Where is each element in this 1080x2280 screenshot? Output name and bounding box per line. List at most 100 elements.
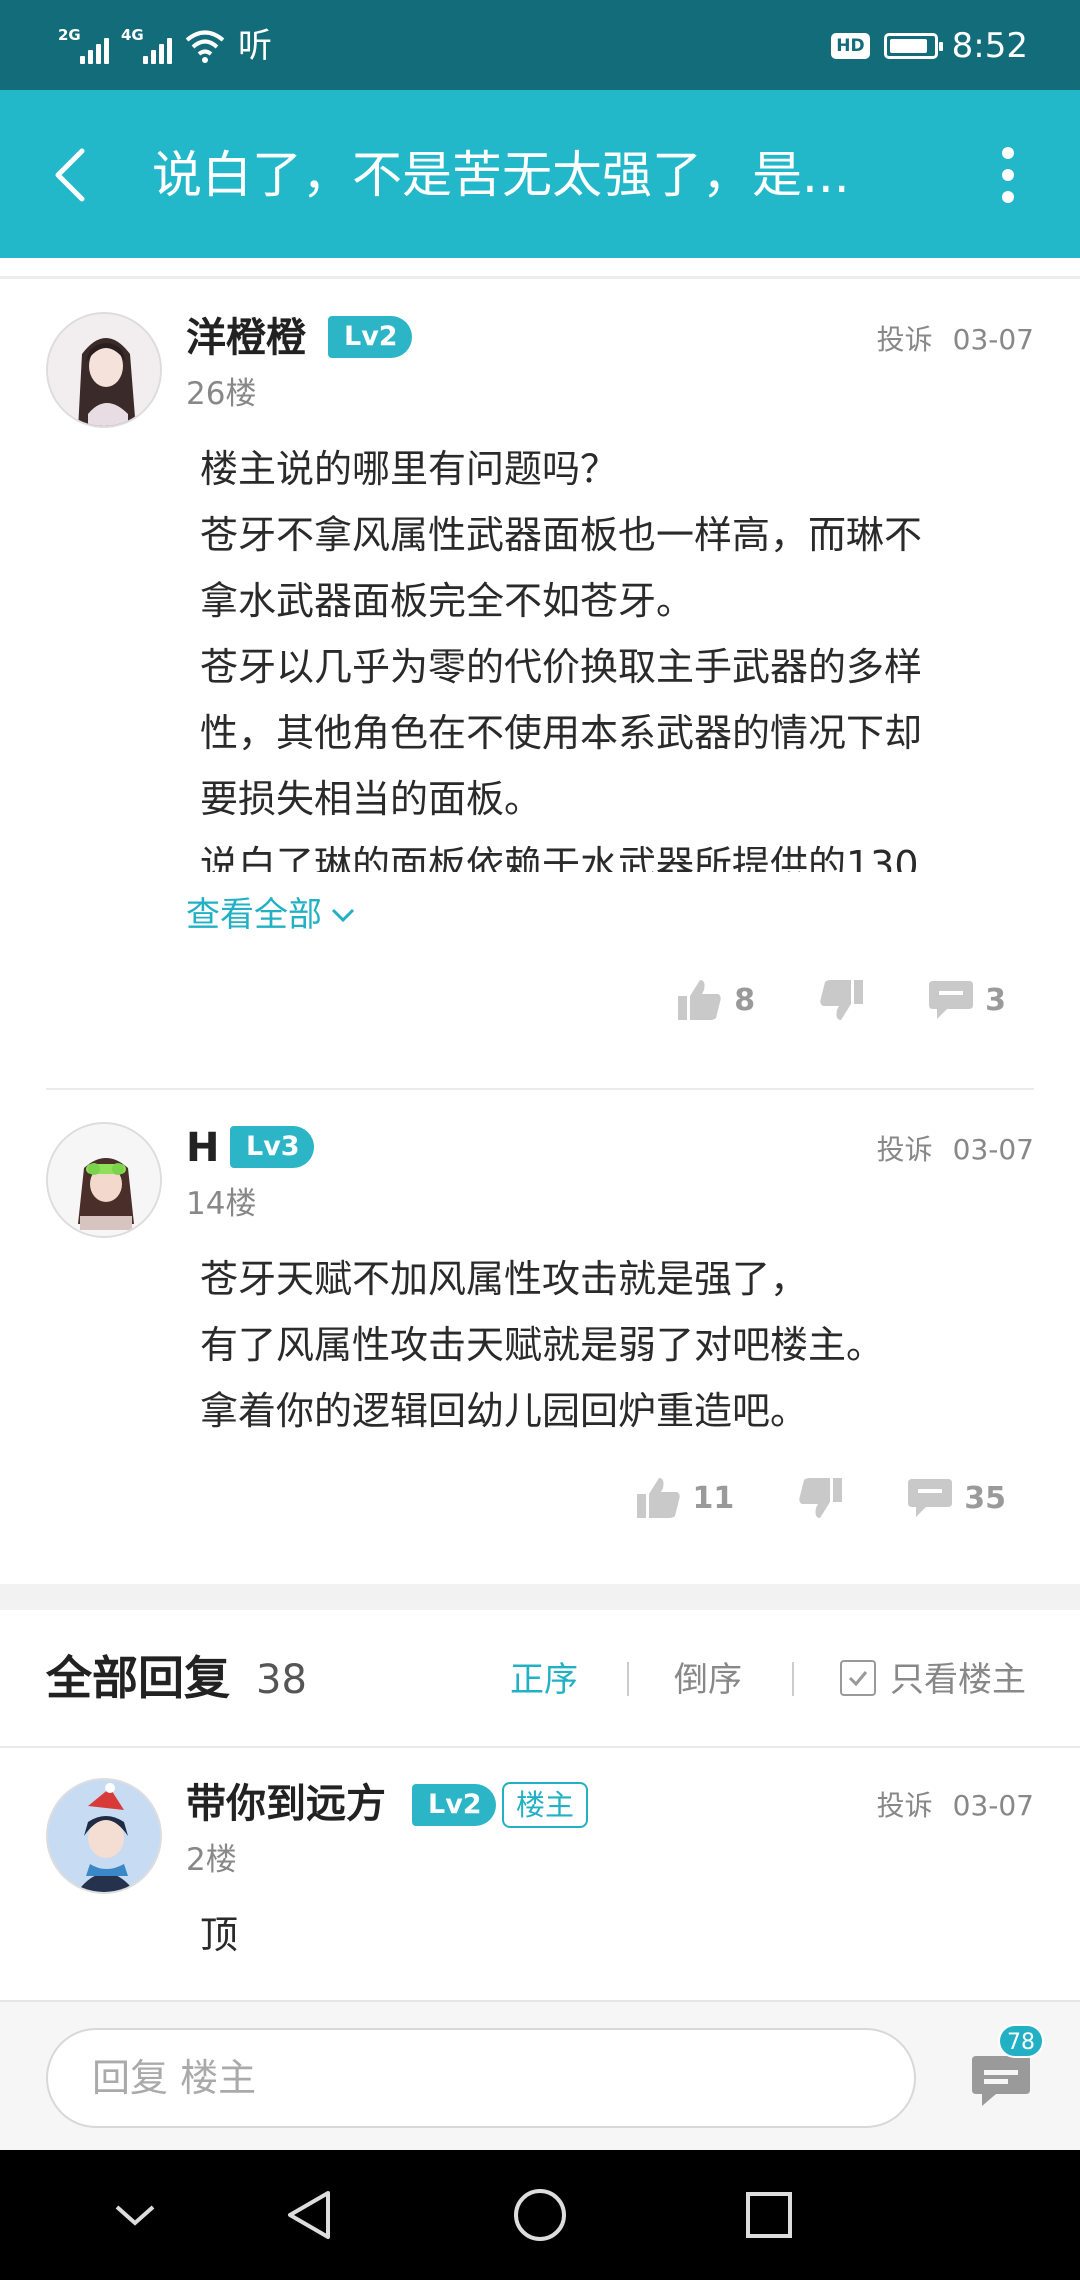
reply-bar: 回复 楼主 78 — [0, 2000, 1080, 2150]
section-gap — [0, 1584, 1080, 1610]
listen-icon: 听 — [238, 26, 272, 66]
reply-count: 35 — [964, 1480, 1006, 1516]
app-header: 说白了，不是苦无太强了，是... — [0, 90, 1080, 258]
comment-line: 说白了琳的面板依赖于水武器所提供的130 — [200, 843, 919, 872]
only-owner-label[interactable]: 只看楼主 — [890, 1656, 1026, 1704]
comment-actions: 8 3 — [676, 976, 1006, 1024]
report-link[interactable]: 投诉 — [877, 1786, 933, 1826]
comment-divider — [46, 1088, 1034, 1090]
only-owner-checkbox[interactable] — [840, 1660, 876, 1696]
floor-number: 2楼 — [186, 1842, 237, 1878]
sort-descending-tab[interactable]: 倒序 — [674, 1656, 742, 1704]
thumbs-down-icon — [799, 1478, 843, 1518]
comment-line: 苍牙不拿风属性武器面板也一样高，而琳不 — [200, 513, 923, 557]
network-type-label: 4G — [121, 26, 144, 44]
all-replies-title: 全部回复 — [46, 1651, 230, 1705]
status-right: HD 8:52 — [831, 22, 1028, 70]
back-arrow-icon — [55, 148, 85, 202]
floor-number: 26楼 — [186, 376, 257, 412]
owner-badge: 楼主 — [502, 1782, 589, 1828]
dislike-button[interactable] — [796, 1474, 844, 1522]
reply-line: 顶 — [200, 1913, 239, 1957]
thumbs-up-icon — [636, 1478, 680, 1518]
reply-button[interactable]: 3 — [927, 977, 1006, 1023]
comment-username[interactable]: H — [186, 1122, 219, 1174]
level-badge: Lv3 — [230, 1126, 314, 1168]
status-left: 2G 4G 听 — [58, 22, 272, 70]
avatar[interactable] — [46, 312, 162, 428]
comment-body: 苍牙天赋不加风属性攻击就是强了， 有了风属性攻击天赋就是弱了对吧楼主。 拿着你的… — [200, 1246, 1010, 1444]
reply-username[interactable]: 带你到远方 — [186, 1778, 386, 1830]
comment-actions: 11 35 — [635, 1474, 1006, 1522]
all-replies-count: 38 — [256, 1657, 307, 1703]
comment-line: 要损失相当的面板。 — [200, 777, 543, 821]
floor-number: 14楼 — [186, 1186, 257, 1222]
tab-separator — [627, 1662, 629, 1696]
signal-4g-icon: 4G — [121, 26, 172, 64]
tab-separator — [792, 1662, 794, 1696]
comment-line: 楼主说的哪里有问题吗？ — [200, 447, 619, 491]
more-dot-icon — [1002, 169, 1014, 181]
battery-icon — [883, 33, 943, 59]
level-badge: Lv2 — [328, 316, 412, 358]
back-button[interactable] — [40, 140, 100, 210]
comment-username[interactable]: 洋橙橙 — [186, 312, 306, 364]
more-menu-button[interactable] — [986, 140, 1030, 210]
more-dot-icon — [1002, 191, 1014, 203]
reply-body: 顶 — [200, 1902, 1010, 1968]
comment-line: 苍牙天赋不加风属性攻击就是强了， — [200, 1257, 809, 1301]
system-nav-bar — [0, 2150, 1080, 2280]
dislike-button[interactable] — [817, 976, 865, 1024]
view-all-link[interactable]: 查看全部 — [186, 892, 356, 938]
like-button[interactable]: 11 — [635, 1474, 734, 1522]
report-link[interactable]: 投诉 — [877, 320, 933, 360]
avatar[interactable] — [46, 1778, 162, 1894]
avatar-character-icon — [48, 1124, 160, 1236]
reply-button[interactable]: 35 — [906, 1475, 1006, 1521]
sort-ascending-tab[interactable]: 正序 — [510, 1656, 578, 1704]
nav-home-button[interactable] — [505, 2180, 575, 2250]
nav-back-button[interactable] — [274, 2180, 344, 2250]
thumbs-up-icon — [678, 980, 721, 1020]
avatar[interactable] — [46, 1122, 162, 1238]
status-bar: 2G 4G 听 HD 8:52 — [0, 0, 1080, 90]
network-type-label: 2G — [58, 26, 81, 44]
comment-bubble-icon — [929, 981, 974, 1019]
report-link[interactable]: 投诉 — [877, 1130, 933, 1170]
triangle-back-icon — [288, 2191, 330, 2239]
like-button[interactable]: 8 — [676, 976, 755, 1024]
thumbs-down-icon — [820, 980, 864, 1020]
comment-line: 拿水武器面板完全不如苍牙。 — [200, 579, 695, 623]
nav-recents-button[interactable] — [734, 2180, 804, 2250]
reply-date: 03-07 — [952, 1789, 1034, 1822]
avatar-girl-icon — [48, 314, 160, 426]
comment-date: 03-07 — [952, 323, 1034, 356]
reply-count: 3 — [985, 982, 1006, 1018]
comment-line: 性，其他角色在不使用本系武器的情况下却 — [200, 711, 923, 755]
view-all-label: 查看全部 — [186, 895, 322, 935]
comment-line: 有了风属性攻击天赋就是弱了对吧楼主。 — [200, 1323, 885, 1367]
nav-hide-button[interactable] — [100, 2180, 170, 2250]
wifi-icon — [185, 30, 225, 63]
square-recents-icon — [746, 2192, 792, 2238]
clock: 8:52 — [951, 26, 1028, 66]
header-divider — [0, 276, 1080, 279]
comment-count-badge: 78 — [998, 2024, 1044, 2058]
avatar-boy-icon — [48, 1780, 160, 1892]
like-count: 8 — [734, 982, 756, 1018]
hd-icon: HD — [831, 33, 870, 59]
circle-home-icon — [514, 2189, 566, 2241]
chevron-down-icon — [331, 908, 355, 923]
comment-line: 拿着你的逻辑回幼儿园回炉重造吧。 — [200, 1389, 809, 1433]
comment-line: 苍牙以几乎为零的代价换取主手武器的多样 — [200, 645, 923, 689]
comment-body: 楼主说的哪里有问题吗？ 苍牙不拿风属性武器面板也一样高，而琳不 拿水武器面板完全… — [200, 436, 1010, 872]
page-title: 说白了，不是苦无太强了，是... — [152, 146, 850, 204]
reply-input[interactable]: 回复 楼主 — [46, 2028, 916, 2128]
signal-2g-icon: 2G — [58, 26, 109, 64]
comment-date: 03-07 — [952, 1133, 1034, 1166]
comment-meta: 投诉 03-07 — [877, 320, 1034, 360]
comment-bubble-icon — [908, 1479, 953, 1517]
more-dot-icon — [1002, 147, 1014, 159]
chevron-down-icon — [115, 2205, 155, 2226]
level-badge: Lv2 — [412, 1784, 496, 1826]
